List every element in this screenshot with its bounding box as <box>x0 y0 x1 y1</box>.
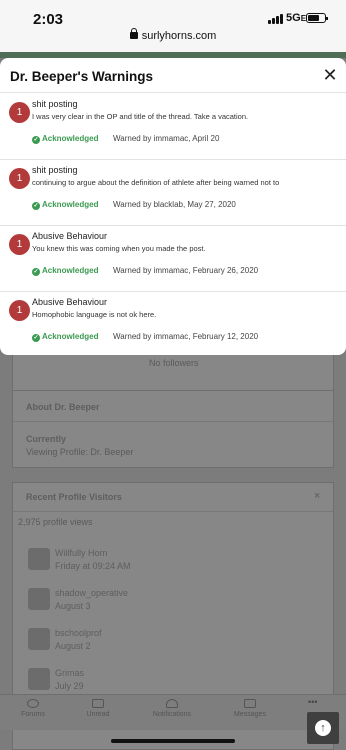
warning-title: Abusive Behaviour <box>32 231 108 241</box>
warning-points-badge: 1 <box>9 300 30 321</box>
warning-description: Homophobic language is not ok here. <box>32 310 157 319</box>
avatar <box>28 628 50 650</box>
divider <box>0 92 346 93</box>
warned-by: Warned by immamac, February 12, 2020 <box>113 332 259 341</box>
close-icon[interactable]: ✕ <box>320 65 340 85</box>
visitor-name: bschoolprof <box>55 628 102 638</box>
tab-label: Notifications <box>152 711 192 718</box>
warning-points-badge: 1 <box>9 168 30 189</box>
avatar <box>28 588 50 610</box>
tab-notifications[interactable]: Notifications <box>142 699 202 718</box>
visitor-date: Friday at 09:24 AM <box>55 561 131 571</box>
url-text: surlyhorns.com <box>141 30 217 42</box>
visitor-name: Willfully Horn <box>55 548 108 558</box>
network-indicator: 5GE <box>286 12 306 24</box>
bottom-tab-bar: Forums Unread Notifications Messages ••• <box>0 694 346 730</box>
battery-icon <box>306 13 328 23</box>
avatar <box>28 668 50 690</box>
back-to-top-button[interactable]: ↑ <box>307 712 339 744</box>
url-bar[interactable]: surlyhorns.com <box>0 28 346 52</box>
about-card: About Dr. Beeper Currently Viewing Profi… <box>12 390 334 468</box>
chat-bubble-icon <box>27 699 39 708</box>
currently-value: Viewing Profile: Dr. Beeper <box>26 447 134 457</box>
warning-title: shit posting <box>32 99 78 109</box>
home-indicator <box>111 739 235 743</box>
warning-item[interactable]: 1 Abusive Behaviour Homophobic language … <box>0 292 346 355</box>
warned-by: Warned by blacklab, May 27, 2020 <box>113 200 236 209</box>
newspaper-icon <box>92 699 104 708</box>
tab-label: Unread <box>86 711 110 718</box>
check-circle-icon: ✓ <box>32 136 40 144</box>
status-bar: 2:03 5GE <box>0 0 346 30</box>
avatar <box>28 548 50 570</box>
acknowledged-status: ✓ Acknowledged <box>32 266 98 276</box>
bell-icon <box>166 699 178 708</box>
warning-item[interactable]: 1 shit posting I was very clear in the O… <box>0 94 346 160</box>
acknowledged-status: ✓ Acknowledged <box>32 200 98 210</box>
status-label: Acknowledged <box>42 266 99 275</box>
warning-description: I was very clear in the OP and title of … <box>32 112 249 121</box>
tab-forums[interactable]: Forums <box>3 699 63 718</box>
warning-title: shit posting <box>32 165 78 175</box>
warning-item[interactable]: 1 shit posting continuing to argue about… <box>0 160 346 226</box>
warning-points-badge: 1 <box>9 234 30 255</box>
visitor-name: shadow_operative <box>55 588 129 598</box>
status-label: Acknowledged <box>42 200 99 209</box>
warning-item[interactable]: 1 Abusive Behaviour You knew this was co… <box>0 226 346 292</box>
more-icon[interactable]: ••• <box>308 697 317 707</box>
tab-label: Messages <box>234 711 266 718</box>
check-circle-icon: ✓ <box>32 334 40 342</box>
warnings-modal: Dr. Beeper's Warnings ✕ 1 shit posting I… <box>0 58 346 355</box>
envelope-icon <box>244 699 256 708</box>
acknowledged-status: ✓ Acknowledged <box>32 332 98 342</box>
modal-title: Dr. Beeper's Warnings <box>10 69 154 84</box>
tab-unread[interactable]: Unread <box>68 699 128 718</box>
about-title: About Dr. Beeper <box>26 402 100 412</box>
visitors-title: Recent Profile Visitors <box>26 492 122 502</box>
warning-description: You knew this was coming when you made t… <box>32 244 206 253</box>
check-circle-icon: ✓ <box>32 202 40 210</box>
signal-icon <box>268 14 283 24</box>
check-circle-icon: ✓ <box>32 268 40 276</box>
visitor-date: August 3 <box>55 601 91 611</box>
status-time: 2:03 <box>33 11 64 28</box>
status-label: Acknowledged <box>42 134 99 143</box>
warning-title: Abusive Behaviour <box>32 297 108 307</box>
tab-label: Forums <box>21 711 45 718</box>
warning-description: continuing to argue about the definition… <box>32 178 280 187</box>
currently-label: Currently <box>26 434 67 444</box>
visitor-name: Grimas <box>55 668 84 678</box>
followers-text: No followers <box>149 358 199 368</box>
lock-icon <box>129 28 138 39</box>
visitor-date: July 29 <box>55 681 84 691</box>
visitors-close-icon[interactable]: × <box>314 490 320 502</box>
status-label: Acknowledged <box>42 332 99 341</box>
arrow-up-icon: ↑ <box>315 720 331 736</box>
network-label: 5G <box>286 12 301 24</box>
warning-points-badge: 1 <box>9 102 30 123</box>
acknowledged-status: ✓ Acknowledged <box>32 134 98 144</box>
tab-messages[interactable]: Messages <box>220 699 280 718</box>
visitor-date: August 2 <box>55 641 91 651</box>
warned-by: Warned by immamac, April 20 <box>113 134 220 143</box>
warned-by: Warned by immamac, February 26, 2020 <box>113 266 259 275</box>
profile-views: 2,975 profile views <box>18 517 93 527</box>
